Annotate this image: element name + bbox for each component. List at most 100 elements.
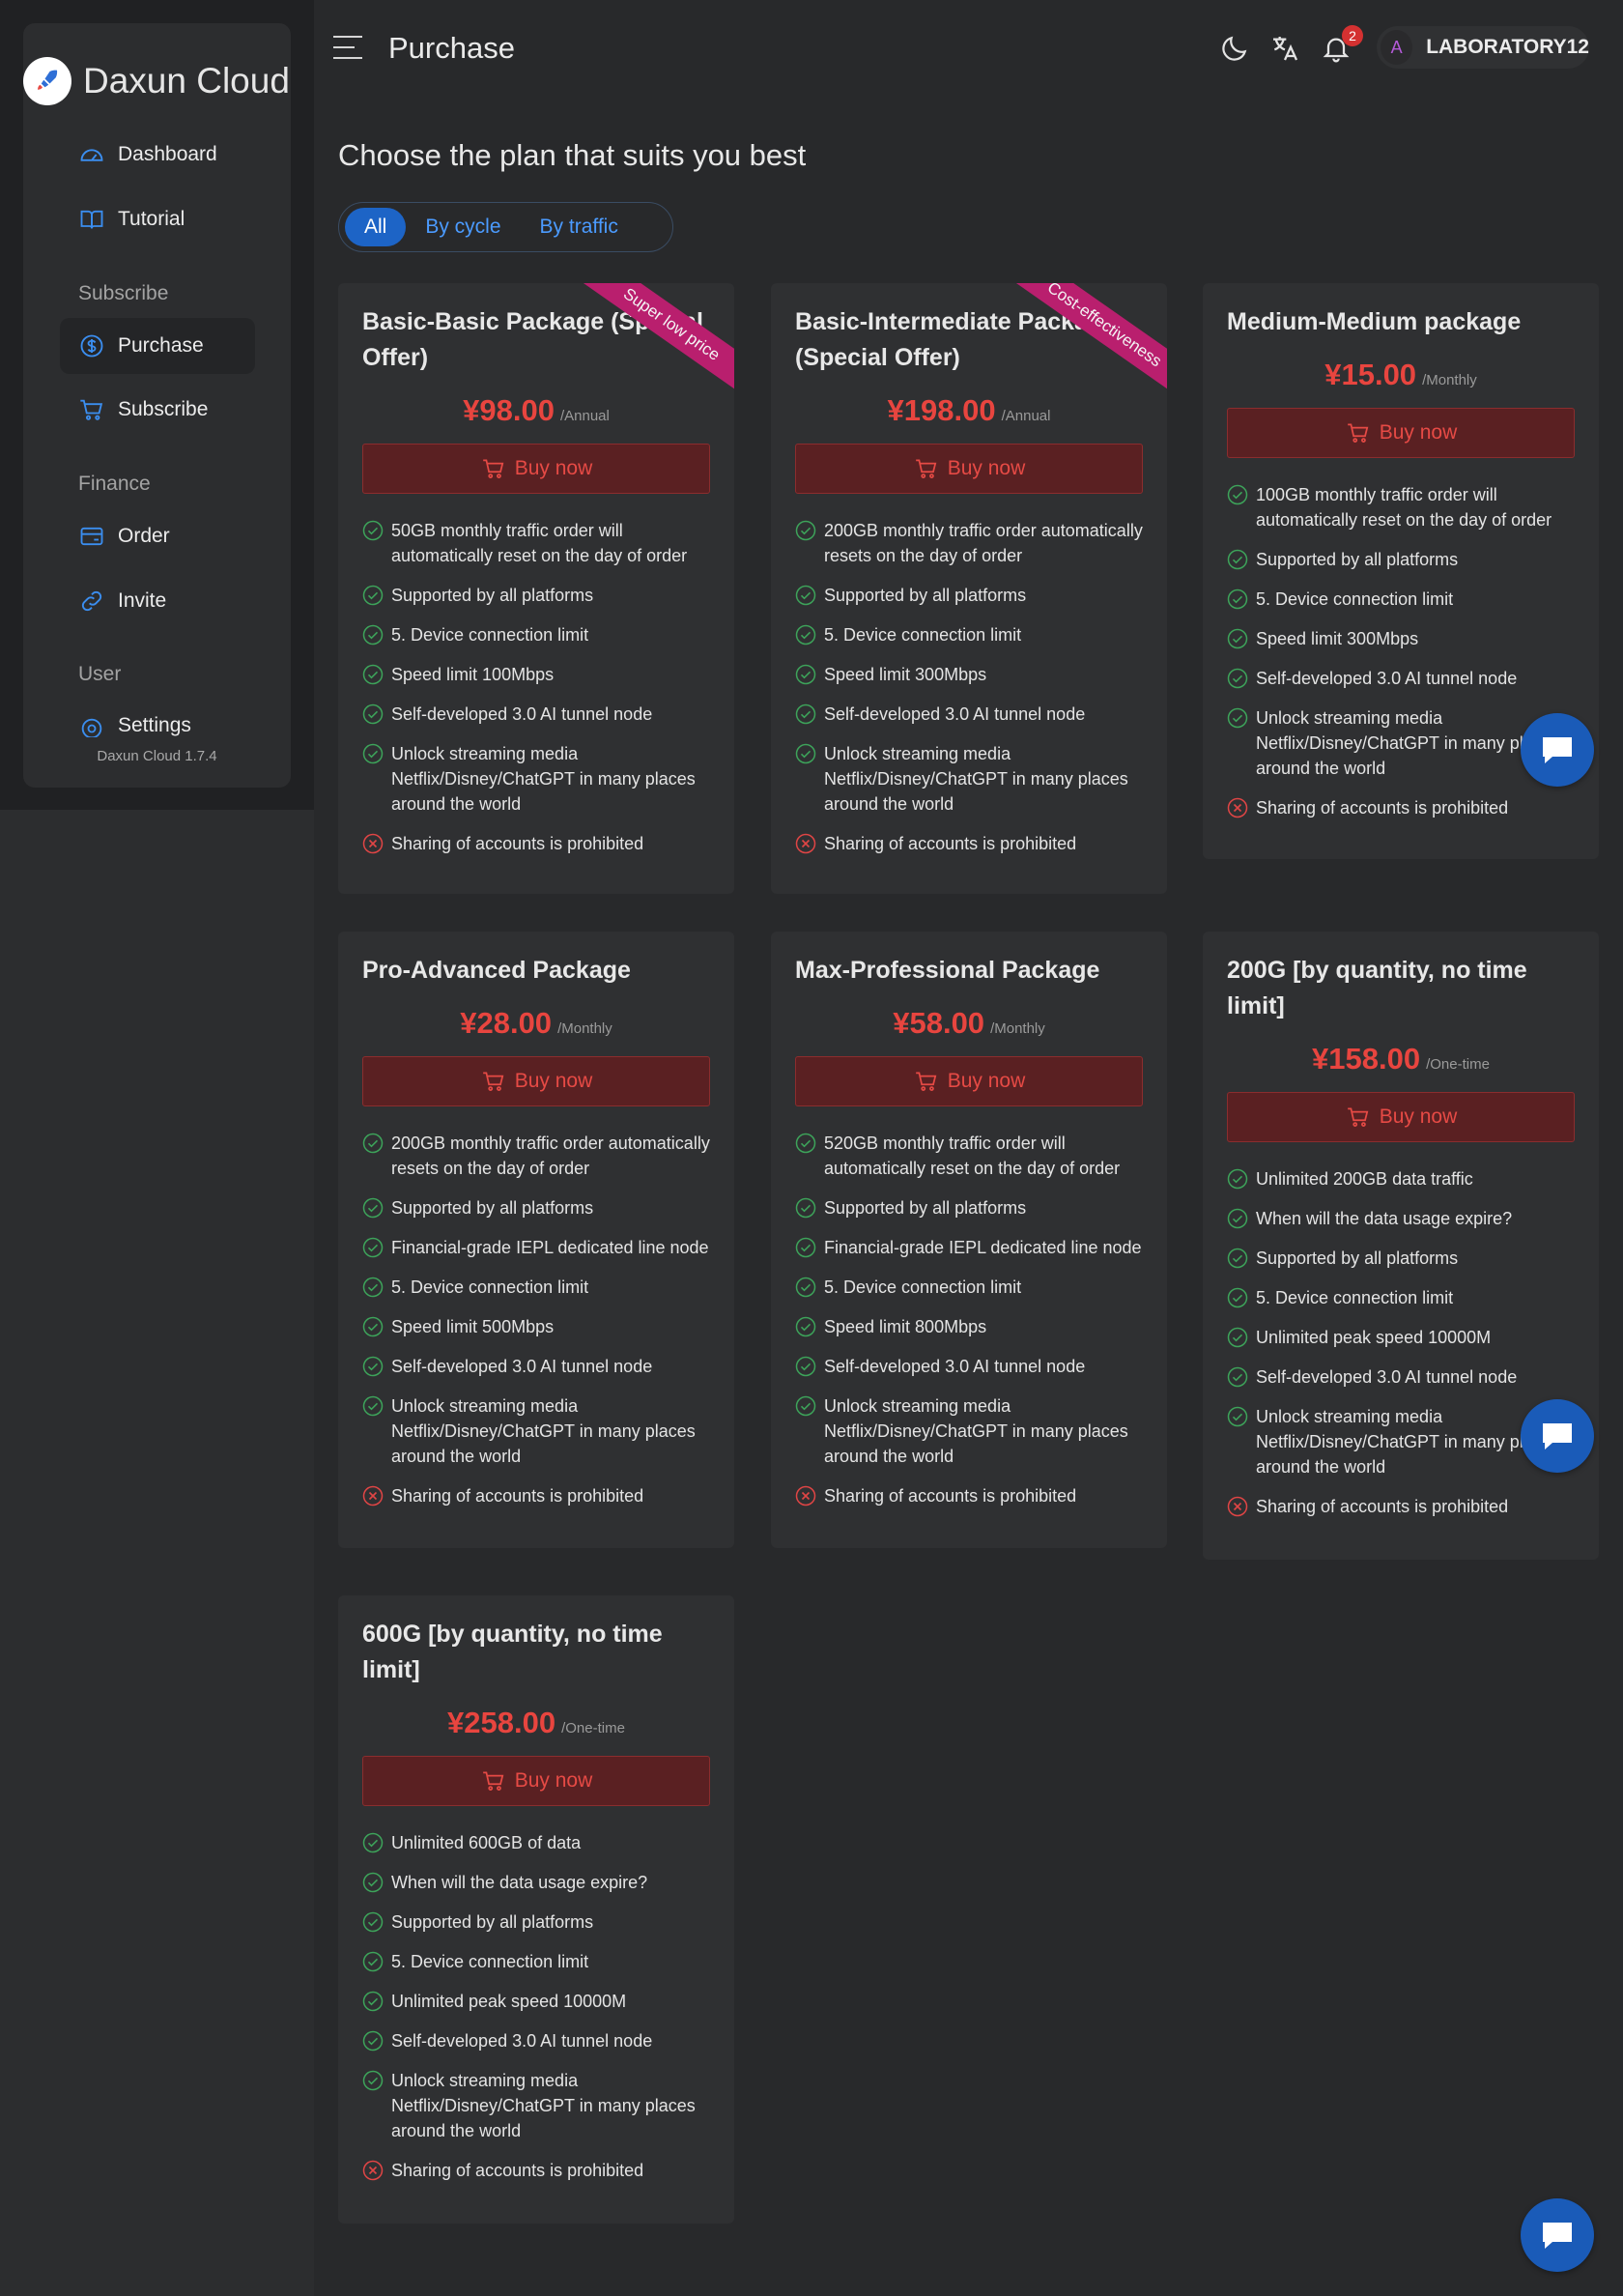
x-circle-icon: [1227, 1496, 1248, 1517]
feature-text: Speed limit 800Mbps: [824, 1317, 987, 1336]
feature-text: Unlock streaming media Netflix/Disney/Ch…: [824, 744, 1128, 814]
brand[interactable]: Daxun Cloud: [23, 54, 290, 108]
feature-included: Speed limit 300Mbps: [795, 662, 1143, 687]
check-circle-icon: [795, 743, 816, 764]
sidebar-item-tutorial[interactable]: Tutorial: [60, 191, 255, 247]
plan-feature-list: Unlimited 200GB data traffic When will th…: [1227, 1166, 1575, 1534]
check-circle-icon: [362, 1316, 384, 1337]
check-circle-icon: [795, 1395, 816, 1417]
buy-now-button[interactable]: Buy now: [795, 1056, 1143, 1106]
check-circle-icon: [795, 520, 816, 541]
plan-cycle: /One-time: [561, 1720, 625, 1736]
feature-text: 100GB monthly traffic order will automat…: [1256, 485, 1552, 530]
plan-cycle: /Annual: [559, 408, 610, 424]
feature-text: Supported by all platforms: [1256, 550, 1459, 569]
sidebar-item-order[interactable]: Order: [60, 508, 255, 564]
feature-text: Unlock streaming media Netflix/Disney/Ch…: [824, 1396, 1128, 1466]
feature-included: Self-developed 3.0 AI tunnel node: [795, 1354, 1143, 1379]
feature-excluded: Sharing of accounts is prohibited: [362, 1483, 710, 1508]
plan-feature-list: Unlimited 600GB of data When will the dat…: [362, 1830, 710, 2197]
sidebar-item-dashboard[interactable]: Dashboard: [60, 127, 255, 183]
check-circle-icon: [795, 1133, 816, 1154]
feature-text: Sharing of accounts is prohibited: [824, 1486, 1077, 1506]
cart-icon: [1347, 423, 1369, 443]
check-circle-icon: [1227, 1208, 1248, 1229]
feature-text: Speed limit 100Mbps: [391, 665, 555, 684]
buy-now-label: Buy now: [947, 1070, 1026, 1092]
feature-excluded: Sharing of accounts is prohibited: [362, 831, 710, 856]
tab-by-cycle[interactable]: By cycle: [406, 208, 520, 246]
plan-price: ¥28.00: [460, 1006, 553, 1040]
check-circle-icon: [362, 664, 384, 685]
feature-included: Self-developed 3.0 AI tunnel node: [1227, 1364, 1575, 1390]
user-menu[interactable]: A LABORATORY12: [1377, 26, 1589, 69]
plan-feature-list: 520GB monthly traffic order will automat…: [795, 1131, 1143, 1523]
tab-all[interactable]: All: [345, 208, 407, 246]
plan-price-row: ¥158.00/One-time: [1227, 1042, 1575, 1076]
chat-support-button[interactable]: [1521, 2198, 1594, 2272]
notification-bell-icon[interactable]: 2: [1319, 25, 1363, 66]
buy-now-button[interactable]: Buy now: [1227, 408, 1575, 458]
feature-excluded: Sharing of accounts is prohibited: [362, 2158, 710, 2183]
feature-included: 5. Device connection limit: [362, 622, 710, 647]
check-circle-icon: [795, 1356, 816, 1377]
check-circle-icon: [362, 1832, 384, 1853]
feature-text: 5. Device connection limit: [391, 1952, 589, 1971]
plan-cycle: /Monthly: [557, 1020, 612, 1037]
sidebar-item-subscribe[interactable]: Subscribe: [60, 382, 255, 438]
plan-price-row: ¥15.00/Monthly: [1227, 358, 1575, 392]
chat-support-button[interactable]: [1521, 1399, 1594, 1473]
buy-now-label: Buy now: [1379, 421, 1458, 444]
buy-now-label: Buy now: [1379, 1105, 1458, 1128]
chat-support-button[interactable]: [1521, 713, 1594, 787]
feature-included: Unlock streaming media Netflix/Disney/Ch…: [362, 1393, 710, 1469]
plan-feature-list: 200GB monthly traffic order automaticall…: [795, 518, 1143, 871]
link-icon: [77, 587, 106, 616]
check-circle-icon: [362, 703, 384, 725]
x-circle-icon: [1227, 797, 1248, 818]
user-name: LABORATORY12: [1426, 36, 1589, 58]
sidebar-item-invite[interactable]: Invite: [60, 573, 255, 629]
feature-included: Supported by all platforms: [1227, 1246, 1575, 1271]
x-circle-icon: [795, 833, 816, 854]
plan-title: 600G [by quantity, no time limit]: [362, 1621, 663, 1683]
translate-icon[interactable]: [1267, 31, 1302, 66]
book-icon: [77, 205, 106, 234]
speedometer-icon: [77, 140, 106, 169]
sidebar-section-user: User: [78, 663, 122, 685]
feature-text: Self-developed 3.0 AI tunnel node: [1256, 1367, 1518, 1387]
feature-text: 5. Device connection limit: [824, 1277, 1022, 1297]
feature-text: Unlimited peak speed 10000M: [391, 1992, 627, 2011]
feature-text: When will the data usage expire?: [391, 1873, 648, 1892]
feature-included: 520GB monthly traffic order will automat…: [795, 1131, 1143, 1181]
plan-cycle: /Monthly: [1422, 372, 1477, 388]
feature-text: 5. Device connection limit: [391, 1277, 589, 1297]
sidebar-item-settings[interactable]: Settings: [60, 699, 255, 737]
check-circle-icon: [795, 624, 816, 646]
feature-text: Unlock streaming media Netflix/Disney/Ch…: [391, 744, 696, 814]
buy-now-button[interactable]: Buy now: [362, 444, 710, 494]
check-circle-icon: [362, 1872, 384, 1893]
buy-now-button[interactable]: Buy now: [1227, 1092, 1575, 1142]
check-circle-icon: [1227, 549, 1248, 570]
feature-included: Self-developed 3.0 AI tunnel node: [1227, 666, 1575, 691]
buy-now-button[interactable]: Buy now: [795, 444, 1143, 494]
sidebar-item-purchase[interactable]: Purchase: [60, 318, 255, 374]
cart-icon: [1347, 1107, 1369, 1127]
buy-now-button[interactable]: Buy now: [362, 1056, 710, 1106]
feature-included: Supported by all platforms: [362, 583, 710, 608]
plan-title: Pro-Advanced Package: [362, 957, 631, 984]
sidebar-item-label: Purchase: [118, 334, 204, 357]
feature-text: Financial-grade IEPL dedicated line node: [391, 1238, 709, 1257]
feature-text: 5. Device connection limit: [391, 625, 589, 645]
feature-included: 100GB monthly traffic order will automat…: [1227, 482, 1575, 532]
feature-text: 5. Device connection limit: [1256, 589, 1454, 609]
cart-icon: [482, 459, 504, 478]
tab-by-traffic[interactable]: By traffic: [521, 208, 638, 246]
menu-toggle-icon[interactable]: [331, 33, 364, 62]
feature-included: 5. Device connection limit: [1227, 587, 1575, 612]
feature-included: Supported by all platforms: [795, 583, 1143, 608]
feature-text: Sharing of accounts is prohibited: [391, 1486, 644, 1506]
dark-mode-moon-icon[interactable]: [1217, 31, 1252, 66]
buy-now-button[interactable]: Buy now: [362, 1756, 710, 1806]
